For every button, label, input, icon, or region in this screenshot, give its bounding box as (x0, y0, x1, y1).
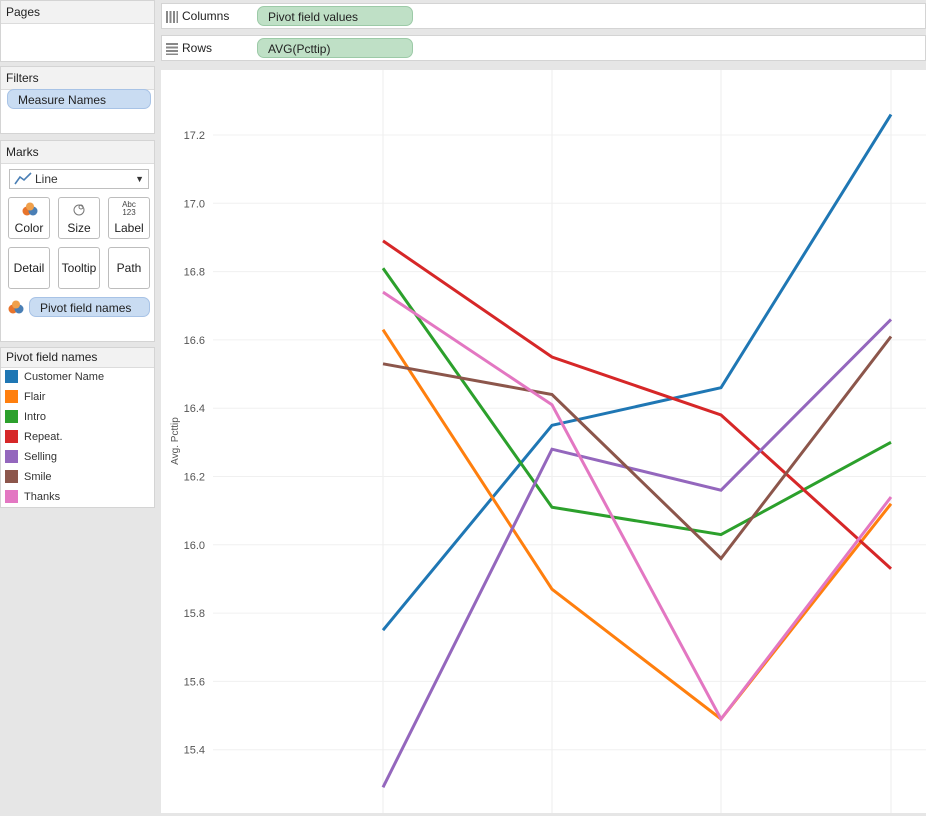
legend-swatch (5, 469, 18, 483)
label-icon-bottom: 123 (122, 208, 136, 217)
path-button[interactable]: Path (108, 247, 150, 289)
line-chart: 15.215.415.615.816.016.216.416.616.817.0… (170, 70, 926, 816)
legend-item[interactable]: Repeat. (5, 428, 63, 446)
y-tick-label: 15.4 (184, 745, 205, 757)
legend-label: Smile (24, 471, 52, 483)
mark-type-dropdown[interactable]: Line ▼ (9, 169, 149, 189)
y-tick-label: 16.0 (184, 540, 205, 552)
series-line[interactable] (381, 267, 892, 537)
legend-item[interactable]: Customer Name (5, 368, 104, 386)
series-line[interactable] (381, 113, 893, 632)
legend-label: Selling (24, 451, 58, 463)
legend-label: Thanks (24, 491, 61, 503)
filter-pill-measure-names[interactable]: Measure Names (7, 89, 151, 109)
legend-swatch (5, 369, 18, 383)
marks-title: Marks (1, 141, 154, 164)
pages-card: Pages (0, 0, 155, 62)
size-button-label: Size (67, 221, 91, 235)
rows-label-wrap: Rows (166, 40, 212, 56)
rows-pill[interactable]: AVG(Pcttip) (257, 38, 413, 58)
tooltip-button[interactable]: Tooltip (58, 247, 100, 289)
series-line[interactable] (381, 328, 893, 722)
color-button[interactable]: Color (8, 197, 50, 239)
pages-title: Pages (1, 1, 154, 24)
y-tick-label: 15.8 (184, 608, 205, 620)
line-mark-icon (14, 172, 32, 185)
marks-card: Marks Line ▼ Color Size Abc 123 Label De… (0, 140, 155, 342)
rows-shelf[interactable]: Rows AVG(Pcttip) (161, 35, 926, 61)
filters-card: Filters Measure Names (0, 66, 155, 134)
legend-label: Customer Name (24, 371, 105, 383)
legend-item[interactable]: Smile (5, 468, 52, 486)
detail-button[interactable]: Detail (8, 247, 50, 289)
y-tick-label: 16.4 (184, 403, 205, 415)
color-encoding-pill[interactable]: Pivot field names (29, 297, 150, 317)
tooltip-button-label: Tooltip (61, 261, 97, 275)
size-button[interactable]: Size (58, 197, 100, 239)
y-axis-label: Avg. Pcttip (170, 417, 181, 465)
y-tick-label: 16.8 (184, 267, 205, 279)
color-button-label: Color (14, 221, 44, 235)
legend-label: Repeat. (24, 431, 63, 443)
rows-icon (166, 42, 178, 55)
label-button-label: Label (114, 221, 144, 235)
series-line[interactable] (381, 318, 893, 788)
chart-area: 15.215.415.615.816.016.216.416.616.817.0… (161, 70, 926, 816)
y-tick-label: 15.6 (184, 676, 205, 688)
legend-swatch (5, 389, 18, 403)
legend-label: Flair (24, 391, 46, 403)
mark-type-label: Line (35, 172, 58, 186)
rows-label: Rows (182, 41, 213, 55)
color-encoding-icon (8, 300, 24, 314)
y-tick-label: 17.2 (184, 130, 205, 142)
y-tick-label: 17.0 (184, 198, 205, 210)
legend-label: Intro (24, 411, 47, 423)
size-icon (73, 204, 85, 216)
path-button-label: Path (116, 261, 142, 275)
filters-title: Filters (1, 67, 154, 90)
columns-shelf[interactable]: Columns Pivot field values (161, 3, 926, 29)
legend-swatch (5, 489, 18, 503)
columns-pill[interactable]: Pivot field values (257, 6, 413, 26)
legend-title: Pivot field names (1, 348, 154, 368)
label-button[interactable]: Abc 123 Label (108, 197, 150, 239)
legend-swatch (5, 429, 18, 443)
chevron-down-icon: ▼ (135, 174, 144, 184)
detail-button-label: Detail (13, 261, 45, 275)
columns-label: Columns (182, 9, 230, 23)
columns-icon (166, 10, 178, 23)
legend-card: Pivot field names Customer Name Flair In… (0, 347, 155, 508)
color-icon (22, 202, 38, 216)
legend-swatch (5, 409, 18, 423)
columns-label-wrap: Columns (166, 8, 229, 24)
y-tick-label: 16.6 (184, 335, 205, 347)
legend-item[interactable]: Thanks (5, 488, 60, 506)
legend-swatch (5, 449, 18, 463)
legend-item[interactable]: Intro (5, 408, 46, 426)
label-icon: Abc 123 (109, 201, 149, 217)
legend-item[interactable]: Selling (5, 448, 57, 466)
y-tick-label: 16.2 (184, 472, 205, 484)
legend-item[interactable]: Flair (5, 388, 45, 406)
